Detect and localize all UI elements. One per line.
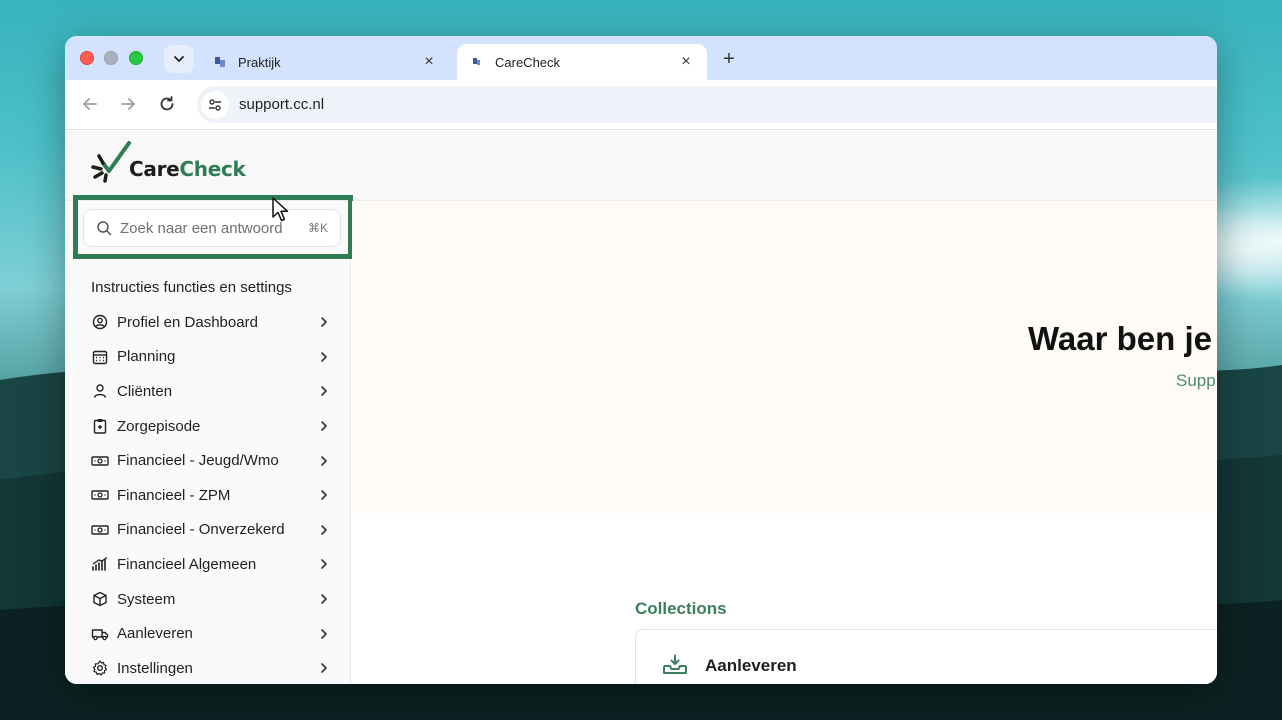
sidebar-item-aanleveren[interactable]: Aanleveren [65,616,351,651]
arrow-left-icon [83,98,97,110]
carecheck-favicon-icon [212,54,228,70]
arrow-right-icon [121,98,135,110]
sidebar-item-planning[interactable]: Planning [65,340,351,375]
sidebar-item-financieel-zpm[interactable]: Financieel - ZPM [65,478,351,513]
sidebar-item-label: Financieel - ZPM [117,486,231,504]
site-info-button[interactable] [201,90,229,119]
chevron-right-icon [317,419,331,433]
sidebar-item-label: Financieel - Onverzekerd [117,521,285,539]
maximize-window-button[interactable] [129,51,143,65]
chevron-right-icon [317,627,331,641]
cube-icon [91,590,109,608]
sidebar-item-financieel-jeugd-wmo[interactable]: Financieel - Jeugd/Wmo [65,443,351,478]
user-circle-icon [91,313,109,331]
chevron-right-icon [317,384,331,398]
back-button[interactable] [80,94,100,114]
sidebar-item-clienten[interactable]: Cliënten [65,374,351,409]
chevron-right-icon [317,661,331,675]
sidebar: Zoek naar een antwoord ⌘K Instructies fu… [65,195,353,684]
browser-window: Praktijk × CareCheck × + support.cc.nl C… [65,36,1217,684]
collection-card-aanleveren[interactable]: Aanleveren [635,629,1217,684]
sidebar-item-label: Zorgepisode [117,417,201,435]
chevron-right-icon [317,315,331,329]
site-header: CareCheck [65,131,1217,201]
chart-bars-icon [91,555,109,573]
sidebar-item-zorgepisode[interactable]: Zorgepisode [65,409,351,444]
search-highlight-frame [73,195,353,259]
chevron-right-icon [317,592,331,606]
close-window-button[interactable] [80,51,94,65]
close-tab-icon[interactable]: × [677,53,695,71]
reload-button[interactable] [157,94,177,114]
tab-praktijk[interactable]: Praktijk × [200,44,450,80]
sidebar-item-label: Planning [117,348,176,366]
tab-search-button[interactable] [164,45,194,73]
new-tab-button[interactable]: + [719,48,739,71]
chevron-right-icon [317,523,331,537]
sidebar-item-label: Financieel - Jeugd/Wmo [117,452,279,470]
sidebar-menu: Profiel en Dashboard Planning Cliënten Z… [65,305,351,684]
sidebar-item-financieel-algemeen[interactable]: Financieel Algemeen [65,547,351,582]
banknote-icon [91,452,109,470]
calendar-icon [91,348,109,366]
url-text: support.cc.nl [239,96,325,113]
chevron-right-icon [317,488,331,502]
tab-bar: Praktijk × CareCheck × + [65,36,1217,80]
sidebar-item-label: Financieel Algemeen [117,555,257,573]
logo-text: CareCheck [129,157,246,181]
logo-text-care: Care [129,157,180,181]
collections-heading: Collections [635,599,727,618]
reload-icon [160,96,174,111]
minimize-window-button[interactable] [104,51,118,65]
sidebar-item-label: Aanleveren [117,625,193,643]
clipboard-icon [91,417,109,435]
chevron-right-icon [317,350,331,364]
hero-subtitle: Supp [1176,371,1216,390]
truck-icon [91,625,109,643]
forward-button[interactable] [118,94,138,114]
chevron-down-icon [174,56,184,62]
tab-title: Praktijk [238,54,281,70]
mouse-pointer-icon [272,197,289,222]
sidebar-item-label: Profiel en Dashboard [117,313,258,331]
web-page: CareCheck Zoek naar een antwoord ⌘K Inst… [65,131,1217,684]
inbox-download-icon [662,654,688,681]
browser-toolbar: support.cc.nl [65,80,1217,130]
sidebar-item-label: Cliënten [117,382,173,400]
chevron-right-icon [317,557,331,571]
carecheck-logo[interactable]: CareCheck [89,139,246,183]
chevron-right-icon [317,454,331,468]
banknote-icon [91,521,109,539]
close-tab-icon[interactable]: × [420,53,438,71]
sidebar-item-label: Systeem [117,590,176,608]
tab-carecheck[interactable]: CareCheck × [457,44,707,80]
hero-title: Waar ben je [1028,320,1212,357]
tune-icon [209,98,221,111]
sidebar-item-label: Instellingen [117,659,193,677]
collection-card-title: Aanleveren [705,656,797,675]
user-icon [91,382,109,400]
logo-mark-icon [91,141,131,183]
sidebar-section-title: Instructies functies en settings [91,279,292,296]
gear-icon [91,659,109,677]
tab-title: CareCheck [495,54,561,70]
sidebar-item-profiel-en-dashboard[interactable]: Profiel en Dashboard [65,305,351,340]
carecheck-favicon-icon [469,54,485,70]
sidebar-item-financieel-onverzekerd[interactable]: Financieel - Onverzekerd [65,513,351,548]
banknote-icon [91,486,109,504]
sidebar-item-instellingen[interactable]: Instellingen [65,651,351,684]
hero-section: Waar ben je Supp [352,201,1217,513]
sidebar-item-systeem[interactable]: Systeem [65,582,351,617]
logo-text-check: Check [179,157,246,181]
address-bar[interactable]: support.cc.nl [197,86,1217,123]
